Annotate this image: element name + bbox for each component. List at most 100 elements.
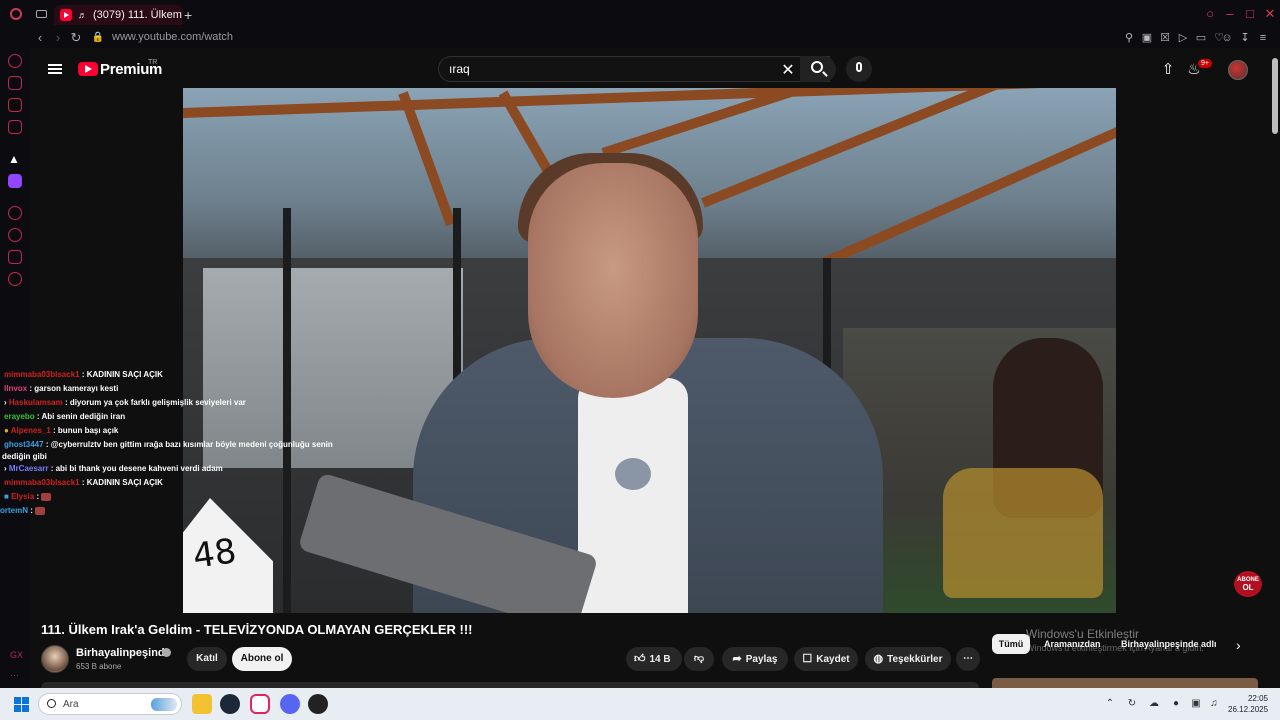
twitch-icon[interactable] bbox=[8, 174, 22, 188]
hamburger-menu-icon[interactable] bbox=[48, 64, 62, 74]
chat-username: ortemN bbox=[0, 506, 29, 515]
chat-text: : abi bi thank you desene kahveni verdi … bbox=[50, 464, 223, 473]
download-icon[interactable]: ↧ bbox=[1238, 31, 1252, 45]
chat-username: erayebo bbox=[4, 412, 35, 421]
recommended-thumbnail[interactable] bbox=[992, 678, 1258, 688]
clear-search-icon[interactable]: ✕ bbox=[779, 60, 797, 80]
wallet-icon[interactable]: ▭ bbox=[1194, 31, 1208, 45]
taskbar-clock[interactable]: 22:05 26.12.2025 bbox=[1228, 693, 1268, 715]
tab-youtube[interactable]: ♬ (3079) 111. Ülkem Irak bbox=[54, 5, 182, 25]
settings-gear-icon[interactable] bbox=[8, 272, 22, 286]
gx-icon[interactable]: GX bbox=[10, 650, 23, 660]
share-label: Paylaş bbox=[745, 654, 778, 665]
player-icon[interactable] bbox=[8, 206, 22, 220]
search-tabs-icon[interactable]: ○ bbox=[1202, 6, 1218, 22]
tab-stash-icon[interactable] bbox=[36, 10, 47, 18]
chat-text: : garson kamerayı kesti bbox=[29, 384, 119, 393]
chevron-right-icon[interactable]: › bbox=[1236, 637, 1241, 653]
table-number-label: 48 bbox=[190, 531, 239, 577]
more-icon[interactable]: ⋯ bbox=[10, 670, 19, 681]
chevron-up-icon[interactable]: ⌃ bbox=[1104, 698, 1116, 710]
play-icon[interactable]: ▷ bbox=[1176, 31, 1190, 45]
chat-text: : bbox=[36, 492, 40, 501]
forward-button[interactable]: › bbox=[50, 30, 66, 46]
bag-icon[interactable] bbox=[8, 76, 22, 90]
video-frame-shirt bbox=[578, 378, 688, 613]
opera-logo-icon[interactable] bbox=[10, 8, 22, 20]
share-icon: ➦ bbox=[732, 653, 742, 665]
save-button[interactable]: ☐ Kaydet bbox=[794, 647, 858, 671]
tiktok-icon[interactable]: ▲ bbox=[8, 152, 22, 166]
emote-icon bbox=[41, 492, 52, 501]
discord-icon[interactable] bbox=[280, 694, 300, 714]
audio-playing-icon[interactable]: ♬ bbox=[78, 10, 87, 20]
snapshot-icon[interactable]: ▣ bbox=[1140, 31, 1154, 45]
windows-start-icon[interactable] bbox=[14, 697, 29, 712]
volume-icon[interactable]: ♫ bbox=[1208, 698, 1220, 710]
save-label: Kaydet bbox=[816, 654, 850, 665]
chat-line: dediğin gibi bbox=[2, 452, 47, 462]
opera-gx-icon[interactable] bbox=[250, 694, 270, 714]
taskbar-search[interactable]: Ara bbox=[38, 693, 182, 715]
url-field[interactable]: www.youtube.com/watch bbox=[112, 31, 233, 43]
maximize-button[interactable]: □ bbox=[1242, 6, 1258, 22]
network-icon[interactable]: ▣ bbox=[1190, 698, 1202, 710]
messenger-icon[interactable] bbox=[8, 98, 22, 112]
voice-search-button[interactable] bbox=[846, 56, 872, 82]
pin-icon[interactable]: ⚲ bbox=[1122, 31, 1136, 45]
more-actions-button[interactable]: ⋯ bbox=[956, 647, 980, 671]
bookmark-icon: ☐ bbox=[802, 653, 813, 665]
subscribe-watermark[interactable]: ABONE OL bbox=[1234, 571, 1262, 597]
video-frame-face bbox=[528, 163, 698, 398]
chat-line: › MrCaesarr : abi bi thank you desene ka… bbox=[4, 464, 223, 474]
upload-icon[interactable]: ⇧ bbox=[1158, 60, 1178, 80]
share-button[interactable]: ➦ Paylaş bbox=[722, 647, 788, 671]
join-button[interactable]: Katıl bbox=[187, 647, 227, 671]
search-input[interactable] bbox=[449, 61, 769, 77]
new-tab-button[interactable]: + bbox=[184, 7, 192, 23]
chat-line: ● Alpenes_1 : bunun başı açık bbox=[4, 426, 118, 436]
chip-all[interactable]: Tümü bbox=[992, 634, 1030, 654]
subscribe-button[interactable]: Abone ol bbox=[232, 647, 292, 671]
windows-activate-title: Windows'u Etkinleştir bbox=[1026, 627, 1139, 641]
tab-title: (3079) 111. Ülkem Irak bbox=[93, 9, 182, 21]
steam-icon[interactable] bbox=[220, 694, 240, 714]
chat-line: › Haskulamsam : diyorum ya çok farklı ge… bbox=[4, 398, 246, 408]
file-explorer-icon[interactable] bbox=[192, 694, 212, 714]
youtube-logo-icon[interactable] bbox=[78, 62, 98, 76]
channel-name[interactable]: Birhayalinpeşinde bbox=[76, 647, 171, 659]
scrollbar-track[interactable] bbox=[1270, 48, 1280, 688]
chat-line: llnvox : garson kamerayı kesti bbox=[4, 384, 118, 394]
scrollbar-thumb[interactable] bbox=[1272, 58, 1278, 134]
back-button[interactable]: ‹ bbox=[32, 30, 48, 46]
app-icon[interactable] bbox=[308, 694, 328, 714]
minimize-button[interactable]: – bbox=[1222, 6, 1238, 22]
vpn-icon[interactable]: ☒ bbox=[1158, 31, 1172, 45]
mic-tray-icon[interactable]: ● bbox=[1170, 698, 1182, 710]
menu-icon[interactable]: ≡ bbox=[1256, 31, 1270, 45]
cloud-icon[interactable]: ☁ bbox=[1148, 698, 1160, 710]
channel-avatar[interactable] bbox=[41, 645, 69, 673]
search-button[interactable] bbox=[800, 56, 836, 82]
video-player[interactable]: 48 bbox=[183, 88, 1116, 613]
clock-time: 22:05 bbox=[1247, 694, 1268, 703]
account-avatar[interactable] bbox=[1228, 60, 1248, 80]
sync-icon[interactable]: ↻ bbox=[1126, 698, 1138, 710]
aria-icon[interactable] bbox=[8, 54, 22, 68]
search-box: ✕ bbox=[438, 56, 830, 82]
dislike-button[interactable]: 👎︎ bbox=[684, 647, 714, 671]
instagram-icon[interactable] bbox=[8, 120, 22, 134]
close-window-button[interactable]: ✕ bbox=[1262, 6, 1278, 22]
thanks-button[interactable]: ◍ Teşekkürler bbox=[865, 647, 951, 671]
history-icon[interactable] bbox=[8, 228, 22, 242]
subscriber-count: 653 B abone bbox=[76, 662, 122, 671]
reload-button[interactable]: ↻ bbox=[68, 30, 84, 46]
thanks-label: Teşekkürler bbox=[887, 654, 943, 665]
chat-text: : diyorum ya çok farklı gelişmişlik sevi… bbox=[64, 398, 246, 407]
extensions-icon[interactable] bbox=[8, 250, 22, 264]
video-frame-chair bbox=[943, 468, 1103, 598]
profile-icon[interactable]: ☺ bbox=[1220, 31, 1234, 45]
like-button[interactable]: 👍︎ 14 B bbox=[626, 647, 682, 671]
youtube-header: Premium TR ✕ ⇧ ♨ 9+ bbox=[30, 48, 1270, 90]
chat-line: ortemN : bbox=[0, 506, 46, 516]
